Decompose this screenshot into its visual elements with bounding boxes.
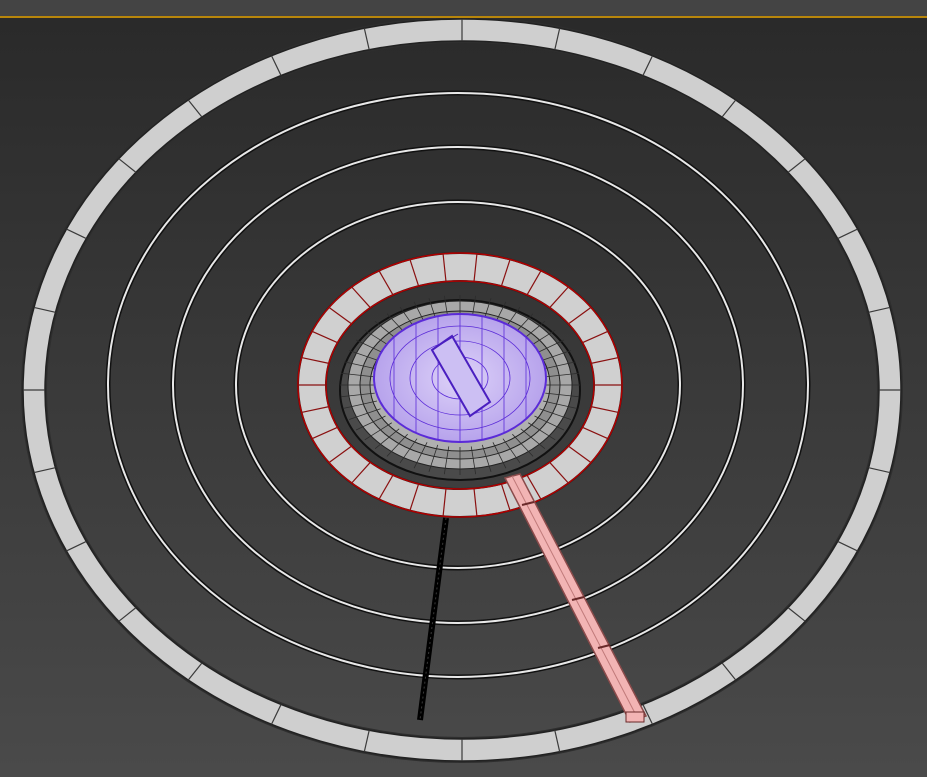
viewport-canvas[interactable]	[0, 18, 927, 777]
purple-dome[interactable]	[373, 313, 547, 443]
viewport-title-bar	[0, 0, 927, 18]
3d-viewport[interactable]	[0, 18, 927, 777]
